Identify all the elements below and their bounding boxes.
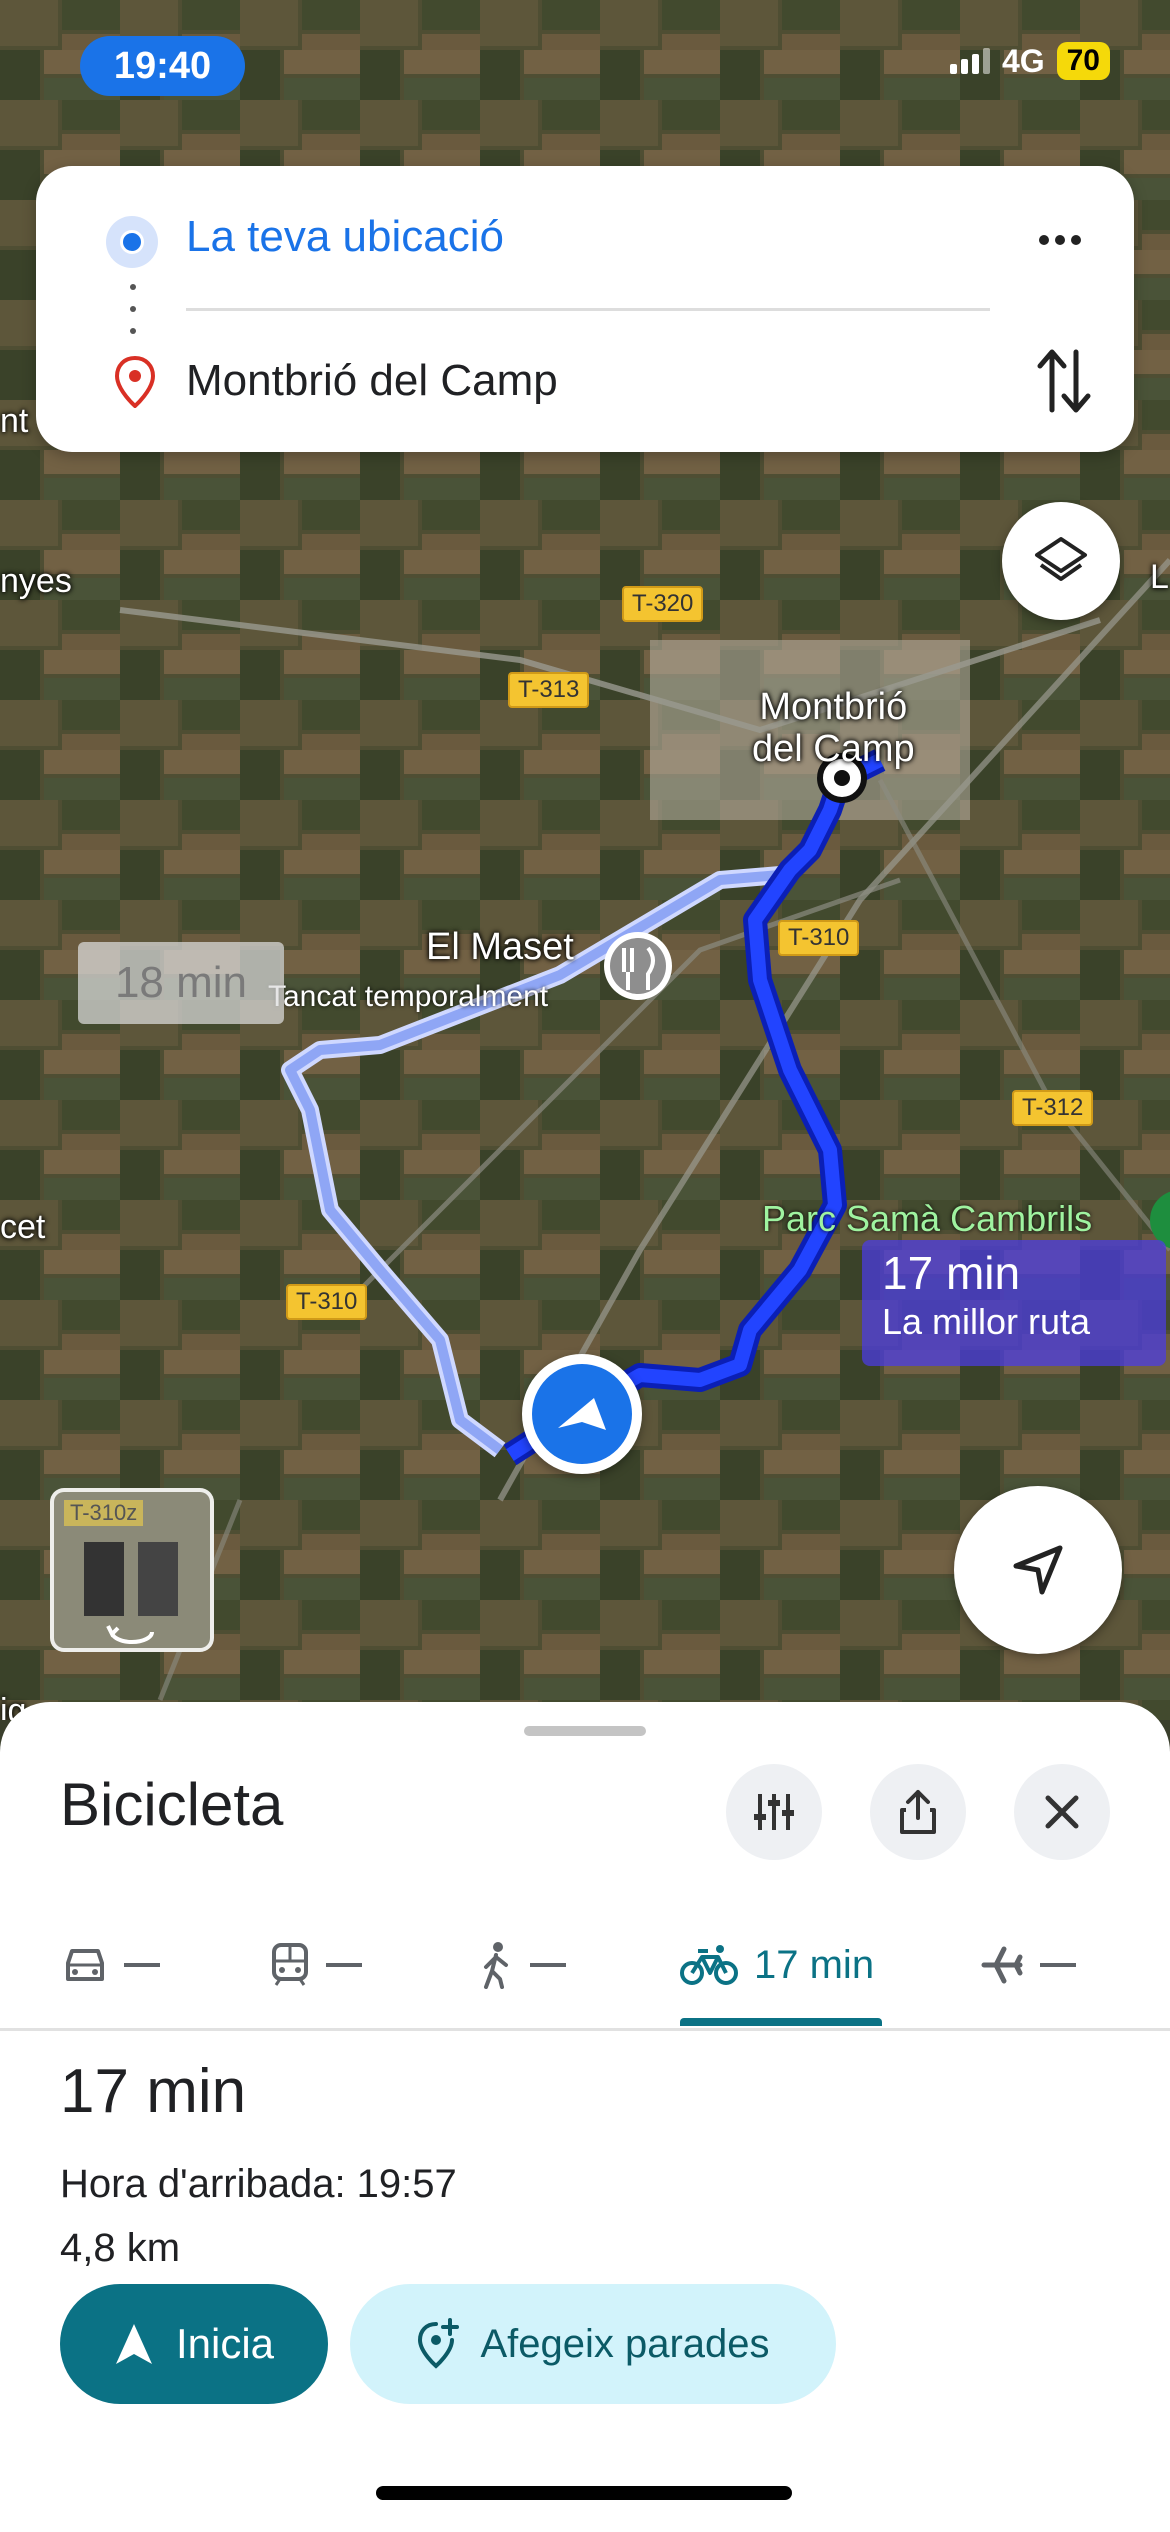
tab-flights[interactable] xyxy=(980,1902,1076,2028)
route-connector-icon xyxy=(130,284,136,334)
map-label-edge: cet xyxy=(0,1208,46,1246)
rotate-360-icon xyxy=(106,1625,154,1644)
town-label-line: Montbrió xyxy=(759,686,908,728)
navigation-arrow-icon xyxy=(1013,1545,1063,1595)
active-tab-indicator xyxy=(680,2018,882,2026)
destination-pin-icon xyxy=(115,356,155,408)
origin-dot-icon xyxy=(106,216,158,268)
start-button-label: Inicia xyxy=(175,2320,275,2367)
location-arrow-icon xyxy=(532,1364,632,1464)
street-view-thumbnail[interactable]: T-310z xyxy=(50,1488,214,1652)
add-stops-button[interactable]: Afegeix parades xyxy=(350,2284,836,2404)
close-button[interactable] xyxy=(1014,1764,1110,1860)
mode-title: Bicicleta xyxy=(60,1771,284,1838)
restaurant-label[interactable]: El Maset xyxy=(426,926,574,968)
road-label: T-312 xyxy=(1012,1090,1094,1126)
route-distance: 4,8 km xyxy=(60,2226,181,2270)
map-label-edge: L xyxy=(1150,558,1169,596)
car-icon xyxy=(66,1949,104,1981)
tune-icon xyxy=(754,1794,794,1830)
tab-value-empty xyxy=(326,1963,362,1967)
recenter-button[interactable] xyxy=(954,1486,1122,1654)
walk-icon xyxy=(484,1942,508,1989)
destination-field[interactable]: Montbrió del Camp xyxy=(186,356,558,406)
add-location-icon xyxy=(418,2318,460,2369)
map-label-edge: nyes xyxy=(0,562,72,600)
status-time: 19:40 xyxy=(80,36,245,96)
route-options-button[interactable] xyxy=(726,1764,822,1860)
road-label: T-313 xyxy=(508,672,590,708)
swap-icon[interactable] xyxy=(1034,346,1094,416)
network-type: 4G xyxy=(1001,42,1045,79)
field-divider xyxy=(186,308,990,311)
arrival-time: Hora d'arribada: 19:57 xyxy=(60,2162,457,2206)
layers-button[interactable] xyxy=(1002,502,1120,620)
town-label-line: del Camp xyxy=(752,728,915,770)
more-options-button[interactable] xyxy=(1030,220,1090,260)
share-button[interactable] xyxy=(870,1764,966,1860)
best-route-label: La millor ruta xyxy=(882,1301,1091,1342)
navigation-icon xyxy=(115,2324,152,2364)
tab-cycling-time: 17 min xyxy=(754,1942,875,1987)
map-label-edge: nt xyxy=(0,402,29,440)
layers-icon xyxy=(1035,537,1087,581)
tab-value-empty xyxy=(124,1963,160,1967)
road-label: T-310z xyxy=(64,1500,144,1526)
close-icon xyxy=(1045,1795,1079,1829)
tab-driving[interactable] xyxy=(62,1902,160,2028)
signal-icon xyxy=(949,48,990,74)
add-stops-label: Afegeix parades xyxy=(480,2321,770,2366)
transit-icon xyxy=(272,1943,308,1986)
tab-transit[interactable] xyxy=(270,1902,362,2028)
tab-value-empty xyxy=(1040,1963,1076,1967)
alternative-route-eta[interactable]: 18 min xyxy=(78,942,284,1024)
town-label[interactable]: Montbrió del Camp xyxy=(752,686,915,770)
sheet-drag-handle[interactable] xyxy=(524,1726,646,1736)
tab-value-empty xyxy=(530,1963,566,1967)
best-route-eta[interactable]: 17 min La millor ruta xyxy=(862,1240,1166,1366)
bike-icon xyxy=(680,1945,738,1985)
route-duration: 17 min xyxy=(60,2057,247,2126)
road-label: T-310 xyxy=(286,1284,368,1320)
road-label: T-310 xyxy=(778,920,860,956)
travel-mode-tabs: 17 min xyxy=(0,1902,1170,2031)
share-icon xyxy=(900,1790,936,1834)
origin-field[interactable]: La teva ubicació xyxy=(186,212,504,262)
road-label: T-320 xyxy=(622,586,704,622)
home-indicator[interactable] xyxy=(376,2486,792,2500)
restaurant-status: Tancat temporalment xyxy=(268,980,549,1013)
status-bar: 19:40 4G 70 xyxy=(0,30,1170,100)
tab-cycling[interactable]: 17 min xyxy=(680,1902,874,2028)
flight-icon xyxy=(981,1946,1023,1984)
park-label[interactable]: Parc Samà Cambrils xyxy=(762,1198,1092,1240)
battery-icon: 70 xyxy=(1056,42,1110,80)
tab-walking[interactable] xyxy=(478,1902,566,2028)
status-indicators: 4G 70 xyxy=(949,42,1110,80)
bottom-sheet: Bicicleta 17 min 17 min Hora d'arribada:… xyxy=(0,1702,1170,2532)
best-route-time: 17 min xyxy=(882,1247,1021,1299)
current-location-marker xyxy=(522,1354,642,1474)
start-button[interactable]: Inicia xyxy=(60,2284,328,2404)
